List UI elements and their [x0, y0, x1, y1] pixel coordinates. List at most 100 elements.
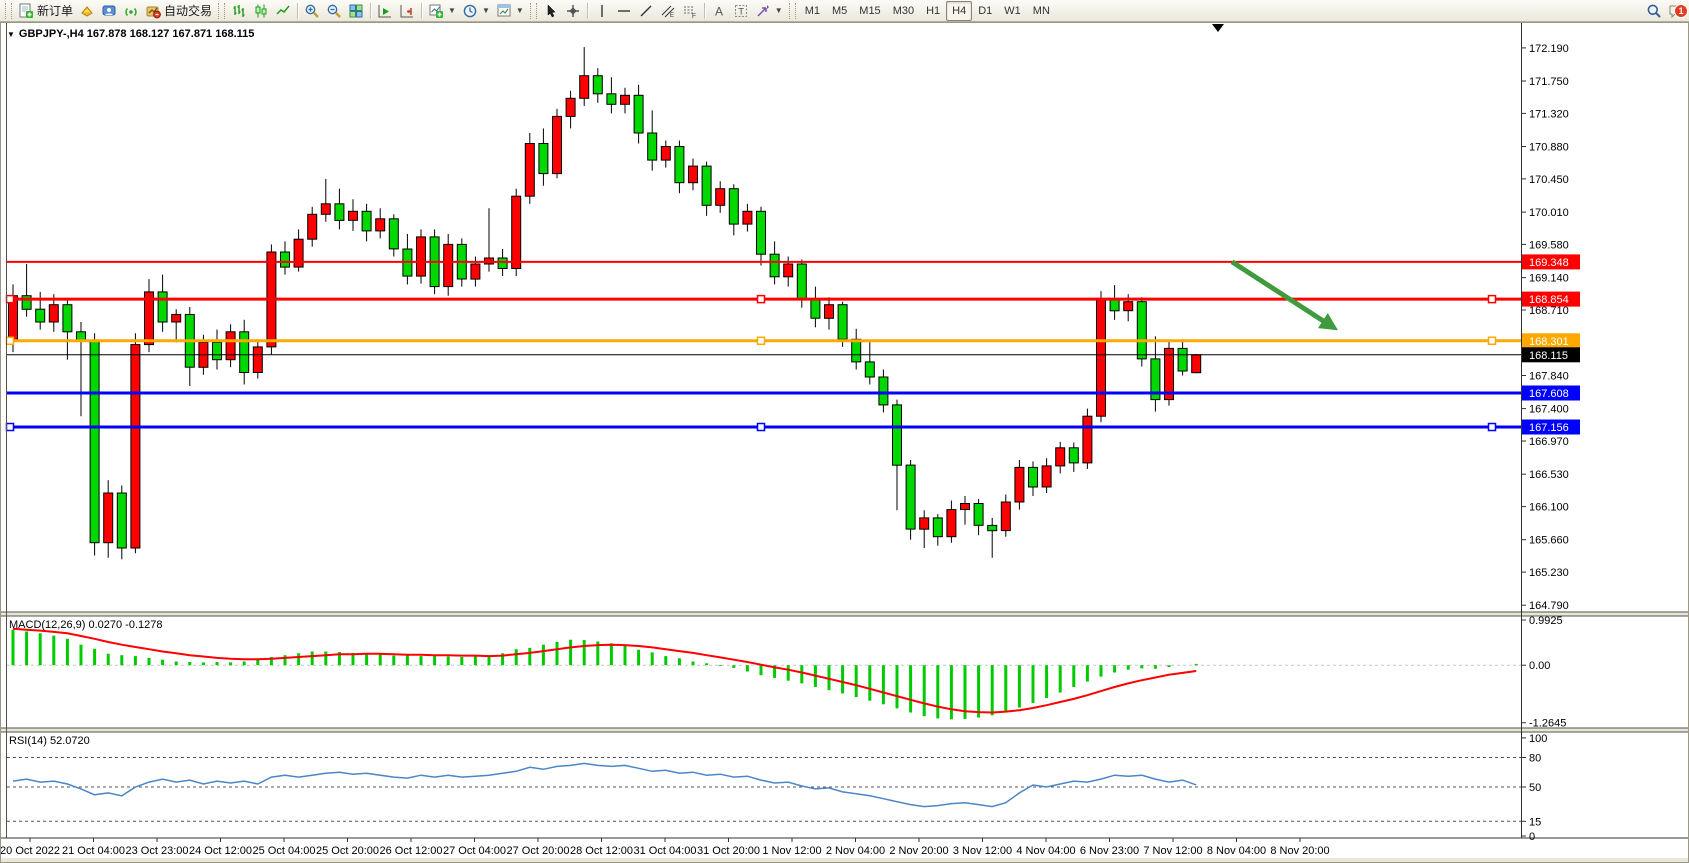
periods-button[interactable]: ▼ — [459, 1, 493, 21]
svg-text:167.840: 167.840 — [1529, 371, 1569, 383]
pane-splitter[interactable] — [0, 728, 1689, 732]
signal-icon — [123, 3, 139, 19]
svg-text:170.010: 170.010 — [1529, 207, 1569, 219]
timeframe-m30-button[interactable]: M30 — [887, 1, 920, 21]
svg-text:169.348: 169.348 — [1529, 257, 1569, 269]
crosshair-button[interactable] — [562, 1, 584, 21]
chat-icon: 1 — [1668, 3, 1684, 19]
dropdown-caret-icon[interactable]: ▼ — [448, 6, 456, 15]
zoom-out-button[interactable] — [323, 1, 345, 21]
textT-icon: T — [733, 3, 749, 19]
svg-text:0.00: 0.00 — [1529, 660, 1550, 672]
pane-splitter[interactable] — [0, 612, 1689, 616]
indicators-icon — [428, 3, 444, 19]
svg-text:168.115: 168.115 — [1529, 350, 1568, 362]
svg-text:6 Nov 23:00: 6 Nov 23:00 — [1080, 845, 1139, 857]
doc-plus-icon — [18, 3, 34, 19]
new-order-button[interactable]: 新订单 — [15, 1, 76, 21]
line-chart-button[interactable] — [272, 1, 294, 21]
candlestick-chart-button[interactable] — [250, 1, 272, 21]
text-label-button[interactable]: T — [730, 1, 752, 21]
svg-text:8 Nov 20:00: 8 Nov 20:00 — [1270, 845, 1329, 857]
toolbar-separator — [587, 3, 588, 19]
bars-icon — [231, 3, 247, 19]
line-handle[interactable] — [7, 296, 14, 303]
search-button[interactable] — [1643, 1, 1665, 21]
vertical-line-button[interactable] — [591, 1, 613, 21]
community-button[interactable] — [98, 1, 120, 21]
svg-text:27 Oct 04:00: 27 Oct 04:00 — [443, 845, 506, 857]
svg-text:A: A — [715, 4, 723, 18]
text-button[interactable]: A — [708, 1, 730, 21]
fibonacci-button[interactable]: F — [679, 1, 701, 21]
chart-shift-button[interactable] — [396, 1, 418, 21]
equidistant-channel-button[interactable]: E — [657, 1, 679, 21]
tile-windows-button[interactable] — [345, 1, 367, 21]
autoscroll-icon — [377, 3, 393, 19]
svg-text:169.580: 169.580 — [1529, 239, 1569, 251]
line-handle[interactable] — [7, 337, 14, 344]
line-handle[interactable] — [758, 424, 765, 431]
toolbar-separator — [370, 3, 371, 19]
price-chart: 172.190171.750171.320170.880170.450170.0… — [0, 22, 1689, 863]
rsi-indicator-label: RSI(14) 52.0720 — [9, 735, 90, 747]
svg-text:F: F — [692, 13, 696, 19]
arrows-button[interactable]: ▼ — [752, 1, 786, 21]
svg-text:21 Oct 04:00: 21 Oct 04:00 — [62, 845, 125, 857]
svg-text:167.608: 167.608 — [1529, 388, 1569, 400]
toolbar-grip — [789, 3, 796, 19]
svg-text:15: 15 — [1529, 816, 1541, 828]
svg-text:31 Oct 04:00: 31 Oct 04:00 — [634, 845, 697, 857]
timeframe-d1-button[interactable]: D1 — [972, 1, 998, 21]
svg-text:T: T — [738, 6, 744, 17]
timeframe-mn-button[interactable]: MN — [1027, 1, 1056, 21]
svg-text:166.970: 166.970 — [1529, 436, 1569, 448]
notifications-button[interactable]: 1 — [1665, 1, 1687, 21]
svg-text:100: 100 — [1529, 733, 1547, 745]
horizontal-line-button[interactable] — [613, 1, 635, 21]
svg-text:170.450: 170.450 — [1529, 174, 1569, 186]
toolbar-grip — [5, 3, 12, 19]
svg-text:8 Nov 04:00: 8 Nov 04:00 — [1207, 845, 1266, 857]
ohlc-text: GBPJPY-,H4 167.878 168.127 167.871 168.1… — [19, 28, 254, 40]
templates-button[interactable]: ▼ — [493, 1, 527, 21]
timeframe-w1-button[interactable]: W1 — [998, 1, 1027, 21]
mql-market-button[interactable] — [76, 1, 98, 21]
svg-text:165.230: 165.230 — [1529, 567, 1569, 579]
svg-text:164.790: 164.790 — [1529, 600, 1569, 612]
cursor-button[interactable] — [540, 1, 562, 21]
autotrading-button[interactable]: 自动交易 — [142, 1, 215, 21]
svg-text:2 Nov 20:00: 2 Nov 20:00 — [889, 845, 948, 857]
timeframe-h1-button[interactable]: H1 — [920, 1, 946, 21]
auto-scroll-button[interactable] — [374, 1, 396, 21]
one-click-trading-toggle-icon[interactable]: ▼ — [7, 30, 15, 39]
svg-text:170.880: 170.880 — [1529, 142, 1569, 154]
line-handle[interactable] — [758, 296, 765, 303]
line-handle[interactable] — [7, 424, 14, 431]
timeframe-m5-button[interactable]: M5 — [826, 1, 853, 21]
svg-text:25 Oct 20:00: 25 Oct 20:00 — [316, 845, 379, 857]
line-handle[interactable] — [758, 337, 765, 344]
symbol-ohlc-readout[interactable]: ▼ GBPJPY-,H4 167.878 168.127 167.871 168… — [7, 28, 254, 40]
svg-text:31 Oct 20:00: 31 Oct 20:00 — [697, 845, 760, 857]
zoom-in-button[interactable] — [301, 1, 323, 21]
zoom-in-icon — [304, 3, 320, 19]
svg-text:166.530: 166.530 — [1529, 469, 1569, 481]
indicators-button[interactable]: ▼ — [425, 1, 459, 21]
line-handle[interactable] — [1489, 337, 1496, 344]
timeframe-m15-button[interactable]: M15 — [853, 1, 886, 21]
dropdown-caret-icon[interactable]: ▼ — [516, 6, 524, 15]
line-handle[interactable] — [1489, 296, 1496, 303]
chart-window: 172.190171.750171.320170.880170.450170.0… — [0, 22, 1689, 863]
bar-chart-button[interactable] — [228, 1, 250, 21]
dropdown-caret-icon[interactable]: ▼ — [482, 6, 490, 15]
timeframe-h4-button[interactable]: H4 — [946, 1, 972, 21]
timeframe-m1-button[interactable]: M1 — [799, 1, 826, 21]
dropdown-caret-icon[interactable]: ▼ — [775, 6, 783, 15]
signals-button[interactable] — [120, 1, 142, 21]
svg-text:166.100: 166.100 — [1529, 502, 1569, 514]
clock-icon — [462, 3, 478, 19]
line-handle[interactable] — [1489, 424, 1496, 431]
trendline-button[interactable] — [635, 1, 657, 21]
svg-text:80: 80 — [1529, 753, 1541, 765]
